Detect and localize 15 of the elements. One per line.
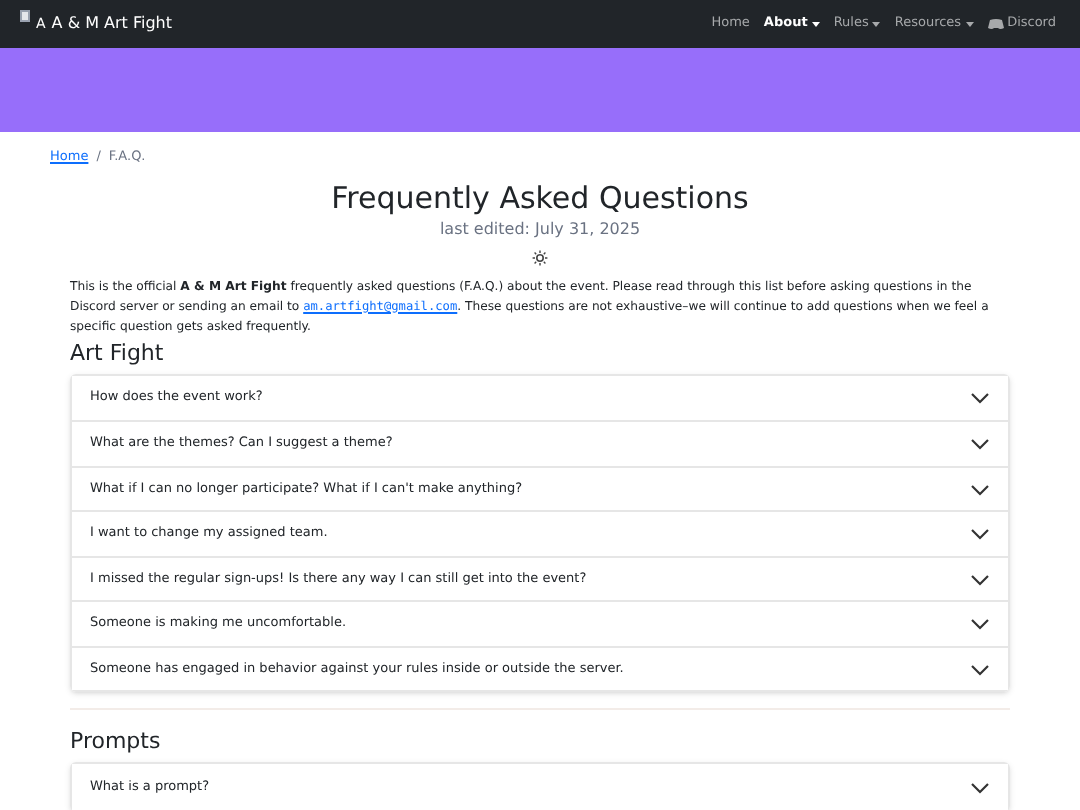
chevron-icon [970,573,990,585]
chevron-icon [970,781,990,793]
section-heading: Prompts [70,726,163,759]
chevron-icon [970,483,990,495]
chevron-icon [970,528,990,540]
sun-icon[interactable] [532,249,548,266]
chevron-icon [970,663,990,675]
last-edited: last edited: July 31, 2025 [439,217,641,240]
broken-image-icon [20,10,30,22]
section-heading: Art Fight [70,337,166,370]
brand-link[interactable]: A & M Art Fight [51,12,173,36]
chevron-icon [970,438,990,450]
chevron-icon [970,392,990,404]
page-title: Frequently Asked Questions [331,177,749,218]
chevron-icon [970,618,990,630]
